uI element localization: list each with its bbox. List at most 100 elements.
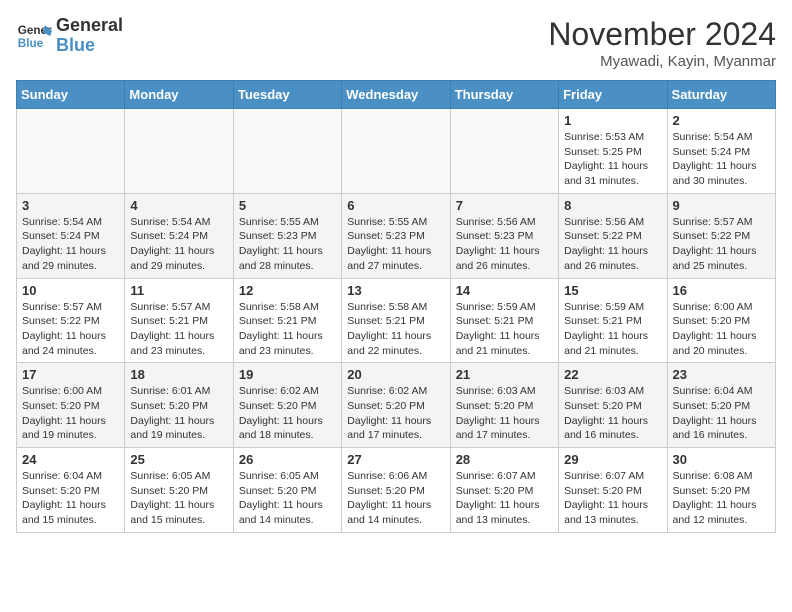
calendar-cell: 21 Sunrise: 6:03 AM Sunset: 5:20 PM Dayli… xyxy=(450,363,558,448)
day-number: 20 xyxy=(347,367,444,382)
weekday-header: Tuesday xyxy=(233,81,341,109)
calendar-cell: 5 Sunrise: 5:55 AM Sunset: 5:23 PM Daylig… xyxy=(233,193,341,278)
day-number: 12 xyxy=(239,283,336,298)
calendar-cell xyxy=(233,109,341,194)
day-info: Sunrise: 6:07 AM Sunset: 5:20 PM Dayligh… xyxy=(564,469,661,528)
day-number: 2 xyxy=(673,113,770,128)
calendar-cell: 8 Sunrise: 5:56 AM Sunset: 5:22 PM Daylig… xyxy=(559,193,667,278)
calendar-week-row: 1Sunrise: 5:53 AM Sunset: 5:25 PM Daylig… xyxy=(17,109,776,194)
page-header: General Blue GeneralBlue November 2024 M… xyxy=(16,16,776,70)
day-number: 8 xyxy=(564,198,661,213)
svg-text:Blue: Blue xyxy=(18,37,44,50)
day-number: 25 xyxy=(130,452,227,467)
calendar-cell: 27 Sunrise: 6:06 AM Sunset: 5:20 PM Dayli… xyxy=(342,448,450,533)
calendar-cell: 9Sunrise: 5:57 AM Sunset: 5:22 PM Daylig… xyxy=(667,193,775,278)
day-info: Sunrise: 5:54 AM Sunset: 5:24 PM Dayligh… xyxy=(22,215,119,274)
day-number: 16 xyxy=(673,283,770,298)
calendar-cell: 10Sunrise: 5:57 AM Sunset: 5:22 PM Dayli… xyxy=(17,278,125,363)
day-number: 27 xyxy=(347,452,444,467)
day-number: 29 xyxy=(564,452,661,467)
calendar-cell: 29 Sunrise: 6:07 AM Sunset: 5:20 PM Dayli… xyxy=(559,448,667,533)
calendar-cell xyxy=(450,109,558,194)
day-info: Sunrise: 5:56 AM Sunset: 5:22 PM Dayligh… xyxy=(564,215,661,274)
calendar-week-row: 17 Sunrise: 6:00 AM Sunset: 5:20 PM Dayli… xyxy=(17,363,776,448)
day-info: Sunrise: 6:02 AM Sunset: 5:20 PM Dayligh… xyxy=(239,384,336,443)
calendar-cell: 25 Sunrise: 6:05 AM Sunset: 5:20 PM Dayli… xyxy=(125,448,233,533)
day-number: 4 xyxy=(130,198,227,213)
day-info: Sunrise: 5:55 AM Sunset: 5:23 PM Dayligh… xyxy=(347,215,444,274)
day-number: 15 xyxy=(564,283,661,298)
day-info: Sunrise: 5:56 AM Sunset: 5:23 PM Dayligh… xyxy=(456,215,553,274)
day-number: 22 xyxy=(564,367,661,382)
day-number: 28 xyxy=(456,452,553,467)
calendar-cell: 26Sunrise: 6:05 AM Sunset: 5:20 PM Dayli… xyxy=(233,448,341,533)
day-info: Sunrise: 6:03 AM Sunset: 5:20 PM Dayligh… xyxy=(456,384,553,443)
day-info: Sunrise: 5:53 AM Sunset: 5:25 PM Dayligh… xyxy=(564,130,661,189)
day-number: 10 xyxy=(22,283,119,298)
calendar-cell: 3 Sunrise: 5:54 AM Sunset: 5:24 PM Daylig… xyxy=(17,193,125,278)
calendar-cell: 20Sunrise: 6:02 AM Sunset: 5:20 PM Dayli… xyxy=(342,363,450,448)
day-number: 6 xyxy=(347,198,444,213)
day-number: 11 xyxy=(130,283,227,298)
day-info: Sunrise: 6:00 AM Sunset: 5:20 PM Dayligh… xyxy=(22,384,119,443)
calendar-cell: 6 Sunrise: 5:55 AM Sunset: 5:23 PM Daylig… xyxy=(342,193,450,278)
title-block: November 2024 Myawadi, Kayin, Myanmar xyxy=(548,16,776,70)
day-info: Sunrise: 6:06 AM Sunset: 5:20 PM Dayligh… xyxy=(347,469,444,528)
day-info: Sunrise: 5:55 AM Sunset: 5:23 PM Dayligh… xyxy=(239,215,336,274)
calendar-cell xyxy=(342,109,450,194)
day-number: 24 xyxy=(22,452,119,467)
logo-icon: General Blue xyxy=(16,18,52,54)
location-subtitle: Myawadi, Kayin, Myanmar xyxy=(548,53,776,70)
calendar-cell: 30 Sunrise: 6:08 AM Sunset: 5:20 PM Dayli… xyxy=(667,448,775,533)
calendar-cell: 24 Sunrise: 6:04 AM Sunset: 5:20 PM Dayli… xyxy=(17,448,125,533)
calendar-week-row: 3 Sunrise: 5:54 AM Sunset: 5:24 PM Daylig… xyxy=(17,193,776,278)
weekday-header: Saturday xyxy=(667,81,775,109)
calendar-cell xyxy=(17,109,125,194)
calendar-cell: 11 Sunrise: 5:57 AM Sunset: 5:21 PM Dayli… xyxy=(125,278,233,363)
day-info: Sunrise: 5:58 AM Sunset: 5:21 PM Dayligh… xyxy=(347,300,444,359)
day-info: Sunrise: 5:59 AM Sunset: 5:21 PM Dayligh… xyxy=(564,300,661,359)
day-number: 3 xyxy=(22,198,119,213)
calendar-cell: 1Sunrise: 5:53 AM Sunset: 5:25 PM Daylig… xyxy=(559,109,667,194)
day-number: 7 xyxy=(456,198,553,213)
weekday-header: Friday xyxy=(559,81,667,109)
day-info: Sunrise: 6:05 AM Sunset: 5:20 PM Dayligh… xyxy=(239,469,336,528)
day-info: Sunrise: 6:03 AM Sunset: 5:20 PM Dayligh… xyxy=(564,384,661,443)
weekday-header: Thursday xyxy=(450,81,558,109)
day-number: 30 xyxy=(673,452,770,467)
calendar-cell: 15 Sunrise: 5:59 AM Sunset: 5:21 PM Dayli… xyxy=(559,278,667,363)
day-number: 14 xyxy=(456,283,553,298)
day-info: Sunrise: 5:54 AM Sunset: 5:24 PM Dayligh… xyxy=(673,130,770,189)
calendar-header-row: SundayMondayTuesdayWednesdayThursdayFrid… xyxy=(17,81,776,109)
day-number: 5 xyxy=(239,198,336,213)
day-info: Sunrise: 5:54 AM Sunset: 5:24 PM Dayligh… xyxy=(130,215,227,274)
day-info: Sunrise: 5:57 AM Sunset: 5:22 PM Dayligh… xyxy=(673,215,770,274)
weekday-header: Wednesday xyxy=(342,81,450,109)
weekday-header: Sunday xyxy=(17,81,125,109)
day-number: 13 xyxy=(347,283,444,298)
day-number: 19 xyxy=(239,367,336,382)
logo-text: GeneralBlue xyxy=(56,16,123,56)
day-info: Sunrise: 5:57 AM Sunset: 5:21 PM Dayligh… xyxy=(130,300,227,359)
calendar-cell: 18 Sunrise: 6:01 AM Sunset: 5:20 PM Dayli… xyxy=(125,363,233,448)
day-info: Sunrise: 6:00 AM Sunset: 5:20 PM Dayligh… xyxy=(673,300,770,359)
calendar-table: SundayMondayTuesdayWednesdayThursdayFrid… xyxy=(16,80,776,533)
day-info: Sunrise: 6:04 AM Sunset: 5:20 PM Dayligh… xyxy=(22,469,119,528)
day-number: 17 xyxy=(22,367,119,382)
day-info: Sunrise: 5:59 AM Sunset: 5:21 PM Dayligh… xyxy=(456,300,553,359)
day-info: Sunrise: 6:01 AM Sunset: 5:20 PM Dayligh… xyxy=(130,384,227,443)
weekday-header: Monday xyxy=(125,81,233,109)
day-info: Sunrise: 5:58 AM Sunset: 5:21 PM Dayligh… xyxy=(239,300,336,359)
day-info: Sunrise: 6:08 AM Sunset: 5:20 PM Dayligh… xyxy=(673,469,770,528)
day-number: 21 xyxy=(456,367,553,382)
calendar-cell: 14 Sunrise: 5:59 AM Sunset: 5:21 PM Dayli… xyxy=(450,278,558,363)
calendar-cell: 13 Sunrise: 5:58 AM Sunset: 5:21 PM Dayli… xyxy=(342,278,450,363)
calendar-cell: 12 Sunrise: 5:58 AM Sunset: 5:21 PM Dayli… xyxy=(233,278,341,363)
calendar-cell: 22 Sunrise: 6:03 AM Sunset: 5:20 PM Dayli… xyxy=(559,363,667,448)
calendar-cell: 19 Sunrise: 6:02 AM Sunset: 5:20 PM Dayli… xyxy=(233,363,341,448)
day-number: 18 xyxy=(130,367,227,382)
logo: General Blue GeneralBlue xyxy=(16,16,123,56)
day-number: 23 xyxy=(673,367,770,382)
month-title: November 2024 xyxy=(548,16,776,53)
day-info: Sunrise: 6:05 AM Sunset: 5:20 PM Dayligh… xyxy=(130,469,227,528)
